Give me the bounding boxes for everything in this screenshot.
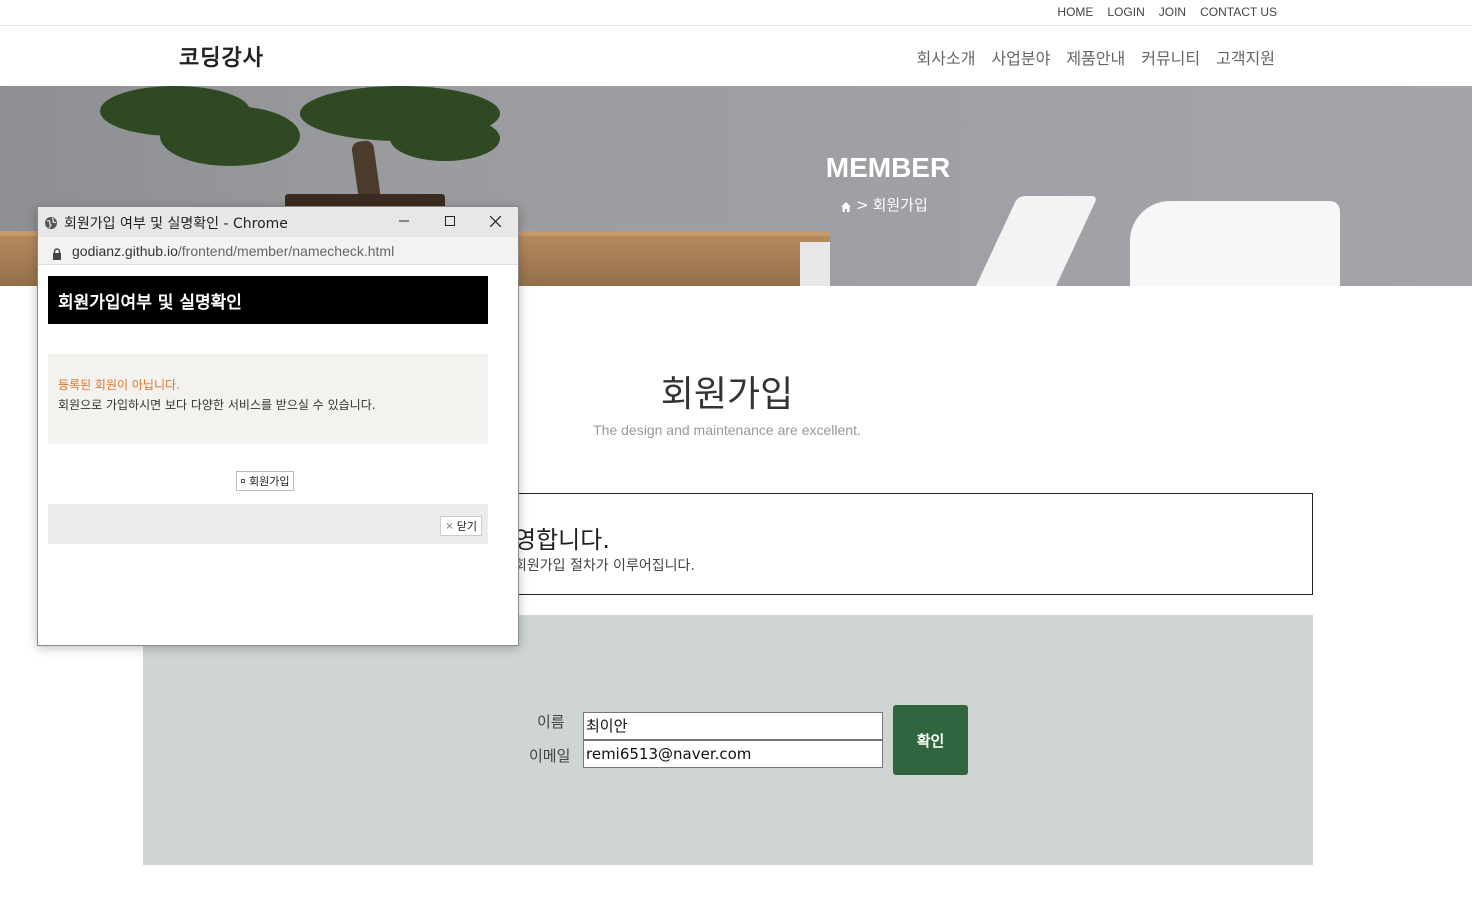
nav-item-community[interactable]: 커뮤니티 — [1141, 45, 1200, 69]
email-label: 이메일 — [529, 747, 571, 765]
popup-close-button[interactable]: × 닫기 — [440, 516, 482, 536]
popup-footer: × 닫기 — [48, 504, 488, 544]
breadcrumb-current: 회원가입 — [872, 196, 928, 214]
popup-heading: 회원가입여부 및 실명확인 — [48, 276, 488, 324]
minimize-icon[interactable] — [394, 211, 414, 231]
square-bullet-icon — [241, 479, 245, 483]
nav-item-support[interactable]: 고객지원 — [1216, 45, 1275, 69]
lock-icon — [52, 245, 62, 260]
popup-window-title: 회원가입 여부 및 실명확인 - Chrome — [64, 216, 288, 232]
nav-item-company[interactable]: 회사소개 — [917, 45, 976, 69]
welcome-title: 영합니다. — [514, 526, 610, 554]
nav-item-business[interactable]: 사업분야 — [991, 45, 1050, 69]
home-icon[interactable] — [840, 199, 852, 212]
maximize-icon[interactable] — [440, 211, 460, 231]
not-member-alert: 등록된 회원이 아닙니다. — [58, 378, 180, 392]
confirm-button[interactable]: 확인 — [893, 705, 968, 775]
name-label: 이름 — [537, 713, 565, 731]
site-logo[interactable]: 코딩강사 — [179, 40, 264, 72]
name-input[interactable]: 최이안 — [583, 712, 883, 740]
util-home-link[interactable]: HOME — [1057, 5, 1093, 19]
close-icon[interactable] — [485, 211, 505, 231]
hero-chair-right — [1130, 201, 1340, 286]
utility-nav: HOME LOGIN JOIN CONTACT US — [1057, 5, 1277, 19]
util-contact-link[interactable]: CONTACT US — [1200, 5, 1277, 19]
popup-join-label: 회원가입 — [249, 475, 290, 488]
nav-item-products[interactable]: 제품안내 — [1066, 45, 1125, 69]
hero-table-leg — [800, 242, 830, 286]
popup-url: godianz.github.io/frontend/member/namech… — [72, 243, 394, 259]
hero-chair-left — [962, 196, 1098, 286]
popup-message-box: 등록된 회원이 아닙니다. 회원으로 가입하시면 보다 다양한 서비스를 받으실… — [48, 354, 488, 444]
close-x-icon: × — [445, 520, 454, 532]
breadcrumb-separator: > — [856, 195, 869, 214]
popup-url-host: godianz.github.io — [72, 243, 178, 259]
popup-url-path: /frontend/member/namecheck.html — [177, 243, 395, 259]
site-header: 코딩강사 회사소개 사업분야 제품안내 커뮤니티 고객지원 — [0, 26, 1472, 86]
utility-bar: HOME LOGIN JOIN CONTACT US — [0, 0, 1472, 26]
breadcrumb: > 회원가입 — [840, 194, 928, 215]
popup-titlebar[interactable]: 회원가입 여부 및 실명확인 - Chrome — [38, 207, 518, 237]
util-join-link[interactable]: JOIN — [1159, 5, 1186, 19]
hero-title: MEMBER — [825, 152, 951, 183]
email-input[interactable]: remi6513@naver.com — [583, 740, 883, 768]
globe-icon — [44, 215, 58, 229]
popup-close-label: 닫기 — [456, 520, 477, 533]
join-info-text: 회원으로 가입하시면 보다 다양한 서비스를 받으실 수 있습니다. — [58, 398, 376, 412]
popup-join-button[interactable]: 회원가입 — [236, 471, 295, 491]
main-nav: 회사소개 사업분야 제품안내 커뮤니티 고객지원 — [917, 45, 1275, 69]
util-login-link[interactable]: LOGIN — [1107, 5, 1144, 19]
namecheck-popup-window: 회원가입 여부 및 실명확인 - Chrome godianz.github.i… — [37, 206, 519, 646]
welcome-description: 회원가입 절차가 이루어집니다. — [514, 558, 695, 574]
signup-check-form: 이름 최이안 이메일 remi6513@naver.com 확인 — [143, 615, 1313, 865]
popup-address-bar[interactable]: godianz.github.io/frontend/member/namech… — [38, 237, 518, 265]
